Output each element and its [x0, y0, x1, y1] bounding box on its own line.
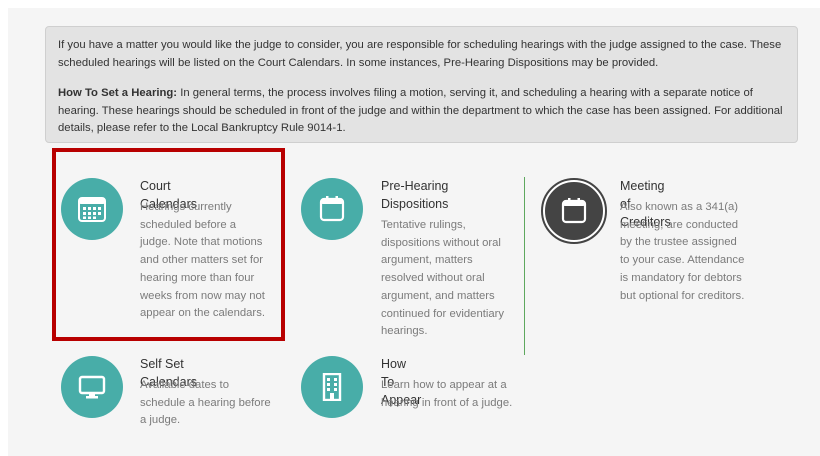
card-title[interactable]: Pre-Hearing Dispositions — [381, 177, 491, 213]
column-divider — [524, 177, 525, 355]
notice-how-to-label: How To Set a Hearing: — [58, 87, 178, 99]
monitor-icon[interactable] — [61, 356, 123, 418]
info-notice: If you have a matter you would like the … — [45, 26, 798, 143]
calendar-dark-icon[interactable] — [541, 178, 607, 244]
notice-paragraph-2: How To Set a Hearing: In general terms, … — [58, 85, 785, 138]
calendar-blank-icon[interactable] — [301, 178, 363, 240]
card-description: Learn how to appear at a hearing in fron… — [381, 379, 513, 409]
selection-highlight-box — [52, 148, 285, 341]
notice-paragraph-1: If you have a matter you would like the … — [58, 39, 782, 69]
building-icon[interactable] — [301, 356, 363, 418]
card-description: Also known as a 341(a) meeting, are cond… — [620, 201, 745, 302]
card-description: Tentative rulings, dispositions without … — [381, 219, 505, 338]
card-description: Available dates to schedule a hearing be… — [140, 379, 271, 427]
